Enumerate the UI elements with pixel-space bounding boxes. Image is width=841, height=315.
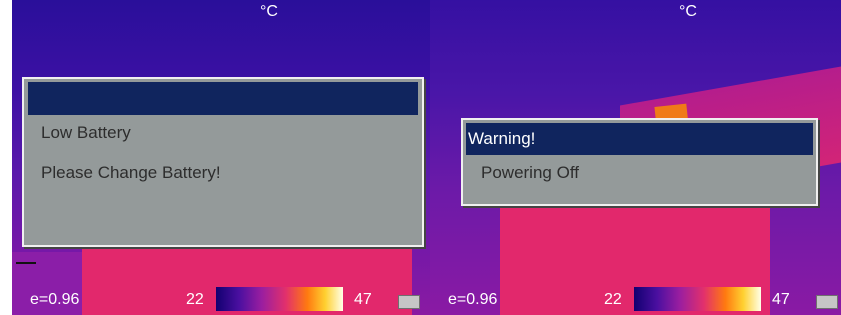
emissivity-readout: e=0.96 — [448, 291, 498, 308]
status-bar: e=0.96 22 47 — [430, 285, 841, 315]
dialog-titlebar: Warning! — [466, 123, 813, 155]
emissivity-readout: e=0.96 — [30, 291, 80, 308]
color-palette-bar — [216, 287, 343, 311]
temperature-unit: °C — [679, 3, 697, 20]
dialog-titlebar — [28, 82, 418, 115]
max-temperature: 47 — [354, 291, 372, 308]
warning-dialog: Warning! Powering Off — [461, 118, 818, 206]
dialog-message-change-battery: Please Change Battery! — [41, 163, 221, 182]
min-temperature: 22 — [186, 291, 204, 308]
min-temperature: 22 — [604, 291, 622, 308]
dialog-message-powering-off: Powering Off — [481, 163, 579, 182]
status-bar: e=0.96 22 47 — [12, 285, 430, 315]
battery-icon — [816, 295, 838, 309]
temperature-unit: °C — [260, 3, 278, 20]
battery-icon — [398, 295, 420, 309]
color-palette-bar — [634, 287, 761, 311]
max-temperature: 47 — [772, 291, 790, 308]
thermal-screen-low-battery: °C Low Battery Please Change Battery! e=… — [12, 0, 430, 315]
thermal-screen-powering-off: °C Warning! Powering Off e=0.96 22 47 — [430, 0, 841, 315]
low-battery-dialog: Low Battery Please Change Battery! — [22, 77, 424, 247]
crosshair-tick — [16, 262, 36, 264]
dialog-message-low-battery: Low Battery — [41, 123, 131, 142]
